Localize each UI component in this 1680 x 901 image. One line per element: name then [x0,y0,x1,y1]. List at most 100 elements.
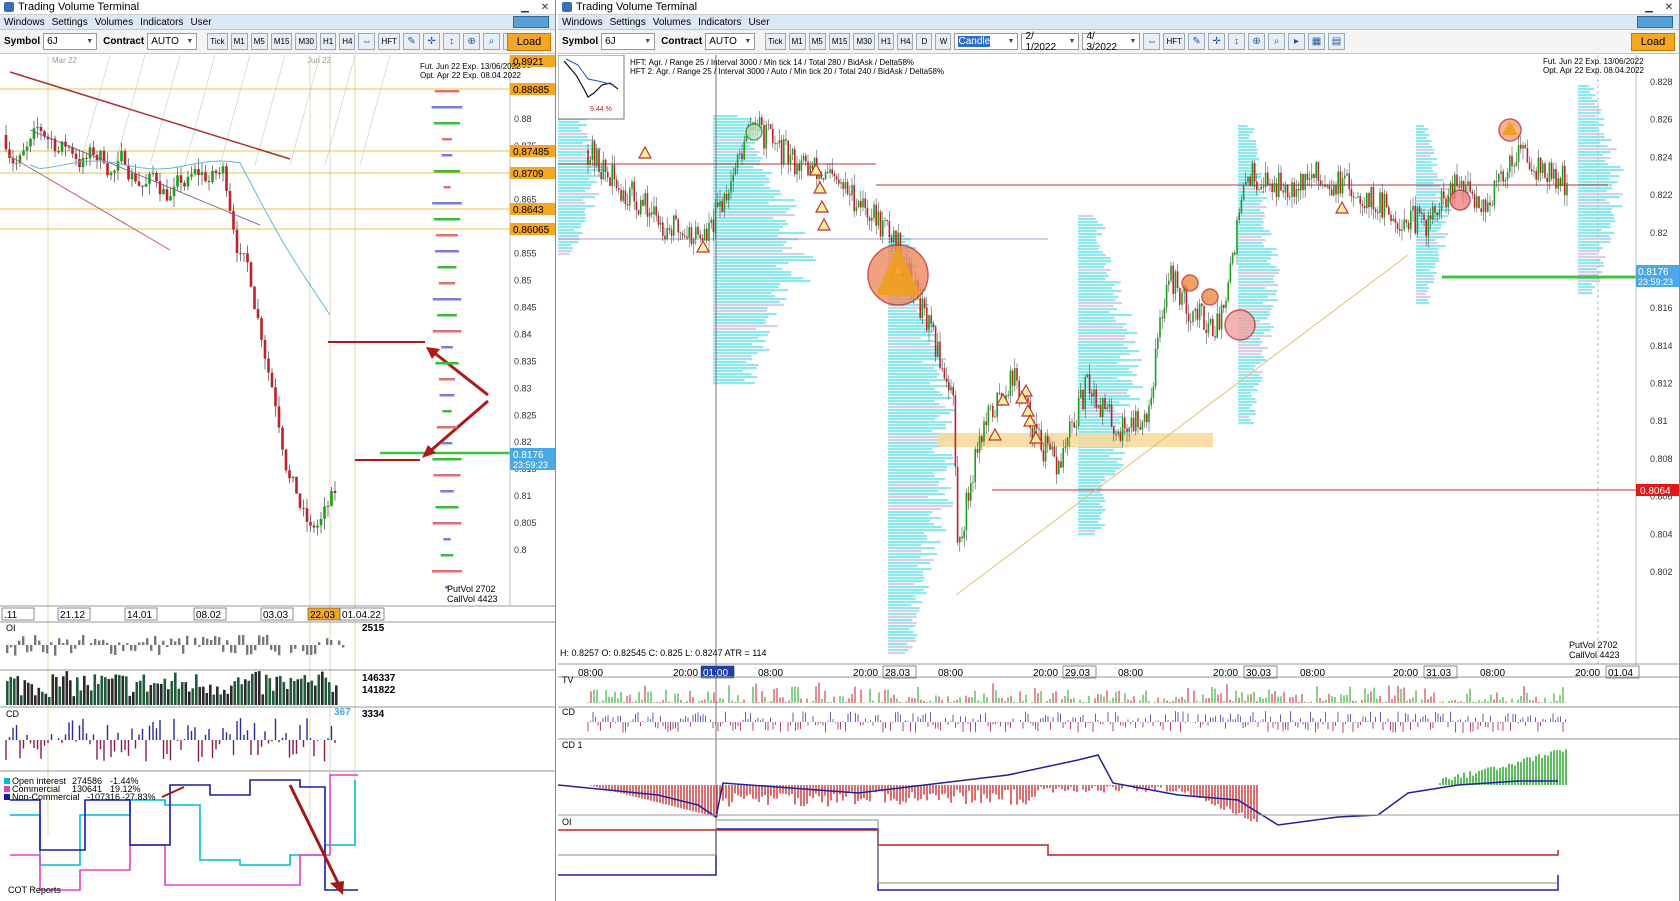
timeframe-m5[interactable]: M5 [250,33,268,50]
candle-body [937,341,939,357]
timeframe-m1[interactable]: M1 [230,33,248,50]
candle-body [1531,169,1533,172]
option-level-bar [433,474,461,477]
pen-icon[interactable]: ✎ [403,33,421,50]
oi-bar [50,642,53,645]
candle-body [699,234,701,239]
left-cd-label: CD [6,709,19,719]
candle-body [25,146,29,151]
layout-icon[interactable]: ▤ [1328,33,1346,50]
contract-select[interactable]: AUTO ▼ [147,33,198,50]
right-chart-area[interactable]: 0.8280.8260.8240.8220.820.8180.8160.8140… [558,55,1680,901]
candle-body [765,124,767,149]
candle-body [1062,448,1064,468]
move-icon[interactable]: ↕ [1228,33,1246,50]
minimize-icon[interactable]: ▁ [1639,2,1659,13]
timeframe-m1[interactable]: M1 [788,33,806,50]
menu-windows[interactable]: Windows [4,17,45,28]
timeframe-m5[interactable]: M5 [808,33,826,50]
option-level-bar [433,218,461,221]
timeframe-w[interactable]: W [935,33,952,50]
arrows-icon[interactable]: ⇔ [1143,33,1161,50]
timeframe-tick[interactable]: Tick [207,33,228,50]
candle-body [1282,190,1284,193]
menu-indicators[interactable]: Indicators [140,17,183,28]
timeframe-d[interactable]: D [916,33,933,50]
candle-body [274,387,277,407]
play-icon[interactable]: ▸ [1288,33,1306,50]
minimize-icon[interactable]: ▁ [515,2,535,13]
candle-body [1053,446,1056,457]
hft-button[interactable]: HFT [1163,33,1186,50]
date-to-picker[interactable]: 4/ 3/2022 ▼ [1082,31,1141,53]
menu-volumes[interactable]: Volumes [653,17,691,28]
crosshair-icon[interactable]: ✛ [423,33,441,50]
candle-body [684,235,686,237]
grid-icon[interactable]: ▦ [1308,33,1326,50]
option-level-bar [440,490,454,493]
contract-select[interactable]: AUTO ▼ [705,33,756,50]
candle-body [796,164,798,175]
target-icon[interactable]: ⊕ [1248,33,1266,50]
oi-bar [58,638,61,645]
timeframe-m15[interactable]: M15 [270,33,293,50]
profile-row [713,292,772,295]
timeframe-m30[interactable]: M30 [853,33,875,50]
hft-button[interactable]: HFT [378,33,401,50]
zoom-icon[interactable]: ⌕ [483,33,501,50]
profile-row [1578,145,1608,148]
profile-row [1578,106,1599,109]
load-button[interactable]: Load [507,33,551,51]
timeframe-h4[interactable]: H4 [339,33,356,50]
candle-body [263,339,267,359]
arrows-icon[interactable]: ⇔ [358,33,376,50]
menu-user[interactable]: User [190,17,211,28]
chart-mode-select[interactable]: Candle ▼ [954,33,1019,50]
symbol-select[interactable]: 6J ▼ [601,33,656,50]
close-icon[interactable]: ✕ [1659,2,1679,13]
load-button[interactable]: Load [1631,33,1675,51]
close-icon[interactable]: ✕ [535,2,555,13]
left-chart-area[interactable]: 0.890.8850.880.8750.870.8650.860.8550.85… [0,55,556,901]
move-icon[interactable]: ↕ [443,33,461,50]
left-price-tick: 0.81 [514,491,532,501]
date-from-picker[interactable]: 2/ 1/2022 ▼ [1021,31,1080,53]
candle-body [1432,206,1434,220]
right-price-tick: 0.808 [1650,454,1673,464]
timeframe-tick[interactable]: Tick [765,33,786,50]
profile-row [1416,134,1430,137]
menu-settings[interactable]: Settings [52,17,88,28]
candle-body [1137,411,1139,428]
menu-windows[interactable]: Windows [562,17,603,28]
candle-body [1412,205,1414,211]
candle-body [169,196,172,201]
candle-body [864,198,866,208]
restore-icon[interactable] [513,16,549,28]
profile-row [888,571,923,574]
candle-body [882,220,884,237]
menu-user[interactable]: User [748,17,769,28]
profile-row [888,316,924,319]
crosshair-icon[interactable]: ✛ [1208,33,1226,50]
candle-body [1093,389,1095,397]
symbol-select[interactable]: 6J ▼ [43,33,98,50]
zoom-icon[interactable]: ⌕ [1268,33,1286,50]
timeframe-h1[interactable]: H1 [878,33,895,50]
pen-icon[interactable]: ✎ [1188,33,1206,50]
volume-bar [335,685,338,705]
timeframe-h4[interactable]: H4 [897,33,914,50]
target-icon[interactable]: ⊕ [463,33,481,50]
restore-icon[interactable] [1637,16,1673,28]
menu-volumes[interactable]: Volumes [95,17,133,28]
menu-settings[interactable]: Settings [610,17,646,28]
timeframe-m30[interactable]: M30 [295,33,317,50]
profile-row [1078,506,1103,509]
profile-row [888,583,915,586]
candle-body [719,200,721,207]
menu-indicators[interactable]: Indicators [698,17,741,28]
timeframe-m15[interactable]: M15 [828,33,851,50]
candle-body [1344,175,1346,179]
candle-body [1361,203,1364,206]
timeframe-h1[interactable]: H1 [320,33,337,50]
volume-bar [317,674,321,705]
